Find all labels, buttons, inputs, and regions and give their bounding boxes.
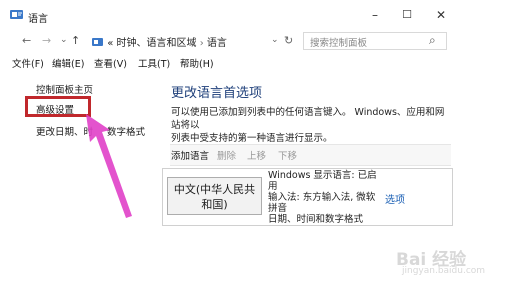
language-name-button[interactable]: 中文(中华人民共 和国) <box>167 177 262 215</box>
description-line-1: 可以使用已添加到列表中的任何语言键入。 Windows、应用和网站将以 <box>171 107 445 131</box>
menu-edit[interactable]: 编辑(E) <box>52 56 84 70</box>
minimize-button[interactable]: – <box>364 6 386 24</box>
search-placeholder: 搜索控制面板 <box>310 38 368 49</box>
forward-arrow-icon[interactable]: → <box>42 34 51 47</box>
baidu-watermark-url: jingyan.baidu.com <box>402 266 486 276</box>
language-name-line-1: 中文(中华人民共 <box>173 183 256 196</box>
language-input-methods-cont: 拼音 <box>268 203 288 214</box>
up-arrow-icon[interactable]: ↑ <box>71 34 80 47</box>
back-arrow-icon[interactable]: ← <box>22 34 31 47</box>
breadcrumb-separator: › <box>199 38 204 49</box>
language-options-link[interactable]: 选项 <box>385 191 405 206</box>
annotation-arrow <box>86 114 132 218</box>
breadcrumb-language[interactable]: 语言 <box>207 38 227 49</box>
remove-button[interactable]: 删除 <box>217 148 236 162</box>
language-details: Windows 显示语言: 已启 用 输入法: 东方输入法, 微软 拼音 日期、… <box>268 170 380 225</box>
breadcrumb-overflow-chevron[interactable]: « <box>107 38 113 49</box>
sidebar-control-panel-home[interactable]: 控制面板主页 <box>36 82 93 96</box>
recent-locations-chevron-icon[interactable]: ⌄ <box>60 35 68 45</box>
move-up-button[interactable]: 上移 <box>247 148 266 162</box>
language-formats: 日期、时间和数字格式 <box>268 214 364 225</box>
add-language-button[interactable]: 添加语言 <box>171 148 209 162</box>
maximize-button[interactable]: ☐ <box>396 6 418 24</box>
page-title: 更改语言首选项 <box>171 86 263 101</box>
menu-help[interactable]: 帮助(H) <box>180 56 214 70</box>
refresh-icon[interactable]: ↻ <box>284 34 293 47</box>
control-panel-icon <box>92 38 103 46</box>
language-name-line-2: 和国) <box>201 198 228 211</box>
language-display-status-cont: 用 <box>268 181 278 192</box>
address-dropdown-chevron-icon[interactable]: ⌄ <box>271 35 279 45</box>
window-title: 语言 <box>28 14 48 25</box>
language-display-status: Windows 显示语言: 已启 <box>268 170 377 181</box>
search-icon[interactable]: ⌕ <box>429 33 436 48</box>
menu-tools[interactable]: 工具(T) <box>138 56 170 70</box>
move-down-button[interactable]: 下移 <box>278 148 297 162</box>
language-app-icon <box>10 10 23 19</box>
page-description: 可以使用已添加到列表中的任何语言键入。 Windows、应用和网站将以 列表中受… <box>171 106 451 145</box>
menu-view[interactable]: 查看(V) <box>94 56 127 70</box>
close-button[interactable]: ✕ <box>430 6 452 24</box>
language-input-methods: 输入法: 东方输入法, 微软 <box>268 192 376 203</box>
breadcrumb-clock-language-region[interactable]: 时钟、语言和区域 <box>117 38 197 49</box>
language-toolbar <box>170 144 451 166</box>
breadcrumb: « 时钟、语言和区域 › 语言 <box>92 34 227 49</box>
menu-file[interactable]: 文件(F) <box>12 56 44 70</box>
